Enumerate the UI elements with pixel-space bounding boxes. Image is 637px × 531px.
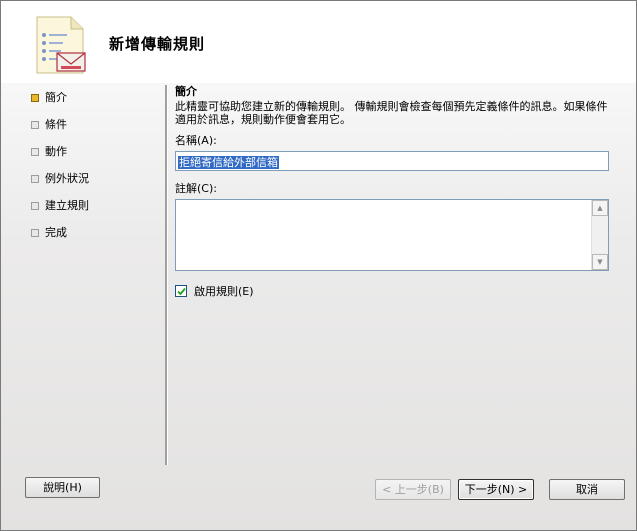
step-marker-icon <box>31 148 39 156</box>
help-button[interactable]: 說明(H) <box>25 477 100 498</box>
step-exceptions: 例外狀況 <box>31 172 89 199</box>
step-finish: 完成 <box>31 226 89 253</box>
step-intro: 簡介 <box>31 91 89 118</box>
intro-description: 此精靈可協助您建立新的傳輸規則。 傳輸規則會檢查每個預先定義條件的訊息。如果條件… <box>175 100 608 126</box>
name-input[interactable]: 拒絕寄信給外部信箱 <box>175 151 609 171</box>
wizard-header: 新增傳輸規則 <box>1 1 636 83</box>
vertical-divider <box>165 85 168 465</box>
back-button[interactable]: < 上一步(B) <box>375 479 451 500</box>
intro-panel: 簡介 此精靈可協助您建立新的傳輸規則。 傳輸規則會檢查每個預先定義條件的訊息。如… <box>175 85 611 299</box>
wizard-steps: 簡介 條件 動作 例外狀況 建立規則 完成 <box>31 91 89 253</box>
comment-scrollbar[interactable]: ▲ ▼ <box>591 200 608 270</box>
enable-rule-checkbox[interactable] <box>175 285 187 297</box>
step-marker-icon <box>31 202 39 210</box>
step-marker-icon <box>31 121 39 129</box>
wizard-title: 新增傳輸規則 <box>109 35 206 53</box>
step-label: 簡介 <box>45 91 67 104</box>
step-marker-icon <box>31 229 39 237</box>
name-input-value: 拒絕寄信給外部信箱 <box>178 156 279 169</box>
step-actions: 動作 <box>31 145 89 172</box>
name-label: 名稱(A): <box>175 134 217 147</box>
scroll-down-arrow-icon[interactable]: ▼ <box>592 254 608 270</box>
cancel-button[interactable]: 取消 <box>549 479 625 500</box>
step-marker-icon <box>31 175 39 183</box>
wizard-window: 新增傳輸規則 簡介 條件 動作 例外狀況 建立規則 完成 簡介 此精靈可協助您建… <box>0 0 637 531</box>
step-create-rule: 建立規則 <box>31 199 89 226</box>
scroll-up-arrow-icon[interactable]: ▲ <box>592 200 608 216</box>
step-label: 動作 <box>45 145 67 158</box>
step-label: 例外狀況 <box>45 172 89 185</box>
step-label: 建立規則 <box>45 199 89 212</box>
document-mail-icon <box>36 16 86 74</box>
step-label: 完成 <box>45 226 67 239</box>
comment-label: 註解(C): <box>175 182 217 195</box>
enable-rule-label: 啟用規則(E) <box>194 285 254 298</box>
step-label: 條件 <box>45 118 67 131</box>
step-active-marker-icon <box>31 94 39 102</box>
step-conditions: 條件 <box>31 118 89 145</box>
comment-textarea[interactable]: ▲ ▼ <box>175 199 609 271</box>
next-button[interactable]: 下一步(N) > <box>458 479 534 500</box>
checkmark-icon <box>177 287 186 296</box>
enable-rule-row: 啟用規則(E) <box>175 283 611 299</box>
section-title: 簡介 <box>175 85 197 98</box>
